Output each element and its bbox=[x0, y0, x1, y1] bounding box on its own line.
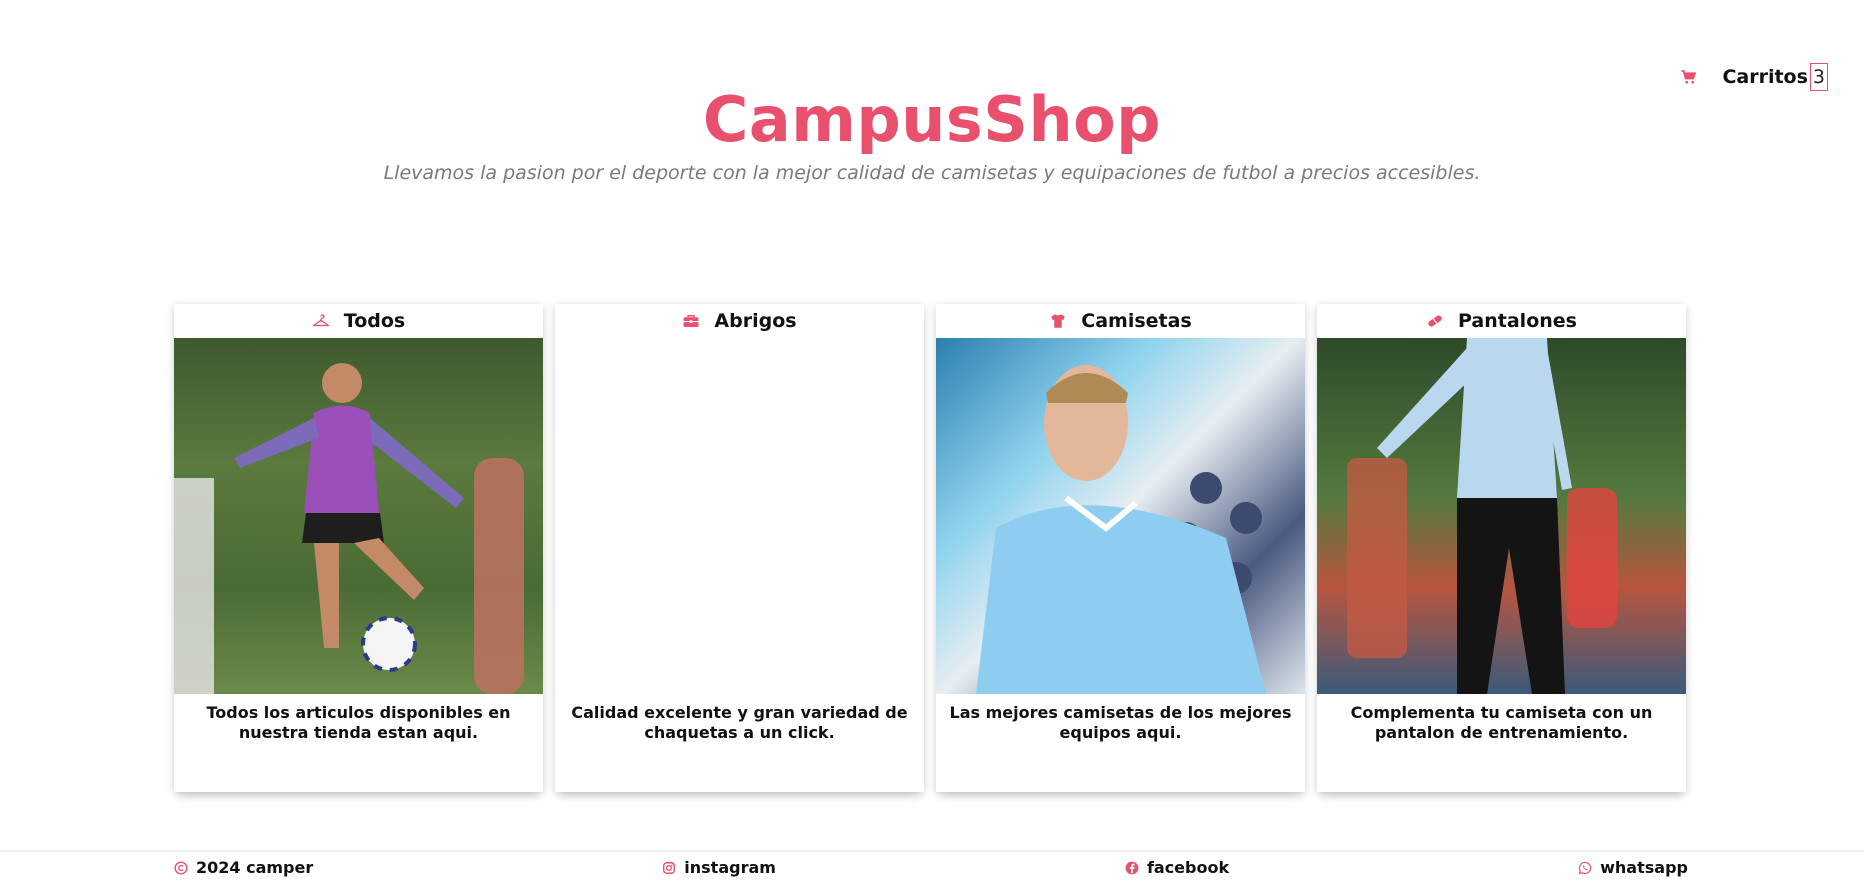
player-photo-illustration bbox=[1347, 338, 1617, 694]
card-header: Pantalones bbox=[1317, 304, 1686, 338]
card-image bbox=[555, 338, 924, 694]
card-title: Todos bbox=[343, 310, 406, 332]
card-image bbox=[1317, 338, 1686, 694]
facebook-label: facebook bbox=[1146, 858, 1230, 877]
copyright-text: 2024 camper bbox=[196, 858, 314, 877]
category-card-camisetas[interactable]: Camisetas Las mejores camisetas de los m… bbox=[936, 304, 1305, 792]
card-description: Complementa tu camiseta con un pantalon … bbox=[1350, 703, 1653, 742]
shirt-icon bbox=[1051, 314, 1065, 328]
instagram-icon bbox=[663, 861, 676, 874]
whatsapp-link[interactable]: whatsapp bbox=[1578, 858, 1688, 877]
card-header: Camisetas bbox=[936, 304, 1305, 338]
card-image bbox=[174, 338, 543, 694]
page-header: CampusShop Llevamos la pasion por el dep… bbox=[0, 80, 1864, 184]
footer-inner: 2024 camper instagram facebook whatsapp bbox=[174, 858, 1688, 877]
whatsapp-label: whatsapp bbox=[1600, 858, 1688, 877]
page-footer: 2024 camper instagram facebook whatsapp bbox=[0, 850, 1864, 882]
whatsapp-icon bbox=[1578, 861, 1592, 874]
briefcase-icon bbox=[683, 315, 699, 327]
brand-title: CampusShop bbox=[702, 83, 1162, 156]
card-image bbox=[936, 338, 1305, 694]
card-description: Todos los articulos disponibles en nuest… bbox=[206, 703, 511, 742]
category-card-pantalones[interactable]: Pantalones Complementa tu camiseta con u… bbox=[1317, 304, 1686, 792]
instagram-link[interactable]: instagram bbox=[662, 858, 776, 877]
facebook-link[interactable]: facebook bbox=[1125, 858, 1229, 877]
card-title: Pantalones bbox=[1458, 310, 1577, 332]
card-description: Calidad excelente y gran variedad de cha… bbox=[571, 703, 908, 742]
brand-tagline: Llevamos la pasion por el deporte con la… bbox=[383, 162, 1481, 184]
copyright-icon bbox=[174, 860, 188, 875]
card-header: Abrigos bbox=[555, 304, 924, 338]
category-card-abrigos[interactable]: Abrigos Calidad excelente y gran varieda… bbox=[555, 304, 924, 792]
card-description: Las mejores camisetas de los mejores equ… bbox=[949, 703, 1292, 742]
page: Carritos 3 CampusShop Llevamos la pasion… bbox=[0, 0, 1864, 882]
player-photo-illustration bbox=[976, 365, 1266, 694]
instagram-label: instagram bbox=[684, 858, 776, 877]
hanger-icon bbox=[312, 314, 329, 327]
card-header: Todos bbox=[174, 304, 543, 338]
card-title: Camisetas bbox=[1081, 310, 1192, 332]
card-title: Abrigos bbox=[714, 310, 797, 332]
category-cards: Todos Todos los articulos disponibles en… bbox=[174, 304, 1686, 792]
footer-copyright: 2024 camper bbox=[174, 858, 313, 877]
facebook-icon bbox=[1125, 861, 1139, 874]
pill-icon bbox=[1428, 315, 1442, 327]
player-photo-illustration bbox=[174, 363, 524, 694]
category-card-todos[interactable]: Todos Todos los articulos disponibles en… bbox=[174, 304, 543, 792]
